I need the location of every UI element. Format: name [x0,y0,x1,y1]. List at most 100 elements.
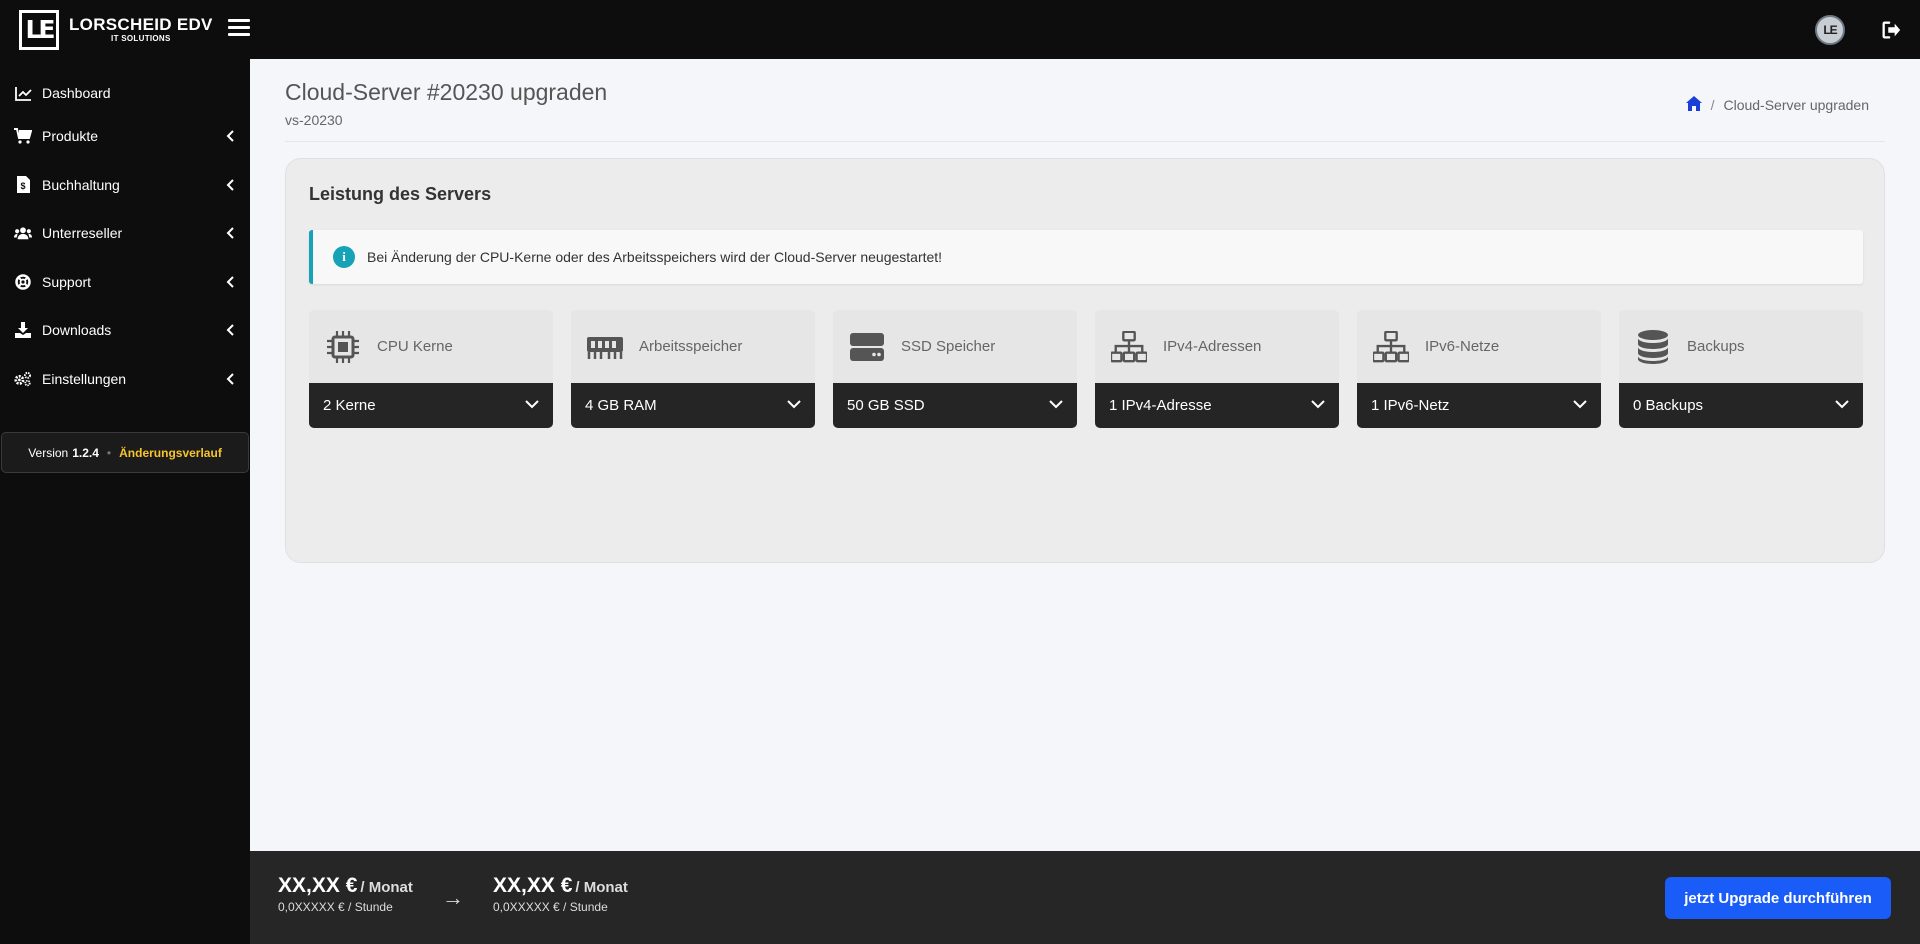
page-title: Cloud-Server #20230 upgraden [285,79,608,105]
chevron-left-icon [226,179,234,191]
brand-logo[interactable]: LE LORSCHEID EDV IT SOLUTIONS [19,9,213,50]
chevron-left-icon [226,227,234,239]
invoice-icon: $ [14,176,32,194]
option-ipv6: IPv6-Netze 1 IPv6-Netz [1357,310,1601,428]
price-footer: XX,XX € / Monat 0,0XXXXX € / Stunde → XX,… [250,851,1920,944]
chevron-down-icon [787,400,801,409]
chevron-down-icon [1573,400,1587,409]
chevron-down-icon [1049,400,1063,409]
page-subtitle: vs-20230 [285,112,343,128]
hdd-icon [849,329,885,365]
chevron-left-icon [226,276,234,288]
option-label: Backups [1687,338,1745,355]
breadcrumb: / Cloud-Server upgraden [1685,96,1869,114]
version-number: 1.2.4 [72,445,99,460]
changelog-link[interactable]: Änderungsverlauf [119,446,222,460]
option-label: IPv6-Netze [1425,338,1500,355]
database-icon [1635,329,1671,365]
sidebar-item-label: Produkte [42,128,99,145]
ram-select[interactable]: 4 GB RAM [571,383,815,428]
new-price-hourly: 0,0XXXXX € / Stunde [493,900,608,914]
cogs-icon [14,370,32,388]
avatar[interactable]: LE [1815,15,1845,45]
chevron-down-icon [1835,400,1849,409]
brand-title: LORSCHEID EDV [69,15,213,34]
option-label: Arbeitsspeicher [639,338,743,355]
sidebar-item-label: Einstellungen [42,370,127,387]
microchip-icon [325,329,361,365]
home-icon[interactable] [1685,96,1702,114]
life-ring-icon [14,273,32,291]
server-performance-card: Leistung des Servers i Bei Änderung der … [285,158,1885,563]
ipv4-select[interactable]: 1 IPv4-Adresse [1095,383,1339,428]
arrow-right-icon: → [442,885,464,910]
option-ram: Arbeitsspeicher 4 GB RAM [571,310,815,428]
current-price-period: / Monat [360,879,413,896]
new-price: XX,XX € / Monat 0,0XXXXX € / Stunde [493,874,628,914]
sidebar-item-produkte[interactable]: Produkte [0,112,250,161]
current-price-value: XX,XX € [278,874,358,897]
menu-toggle-icon[interactable] [228,19,250,37]
sidebar-item-buchhaltung[interactable]: $ Buchhaltung [0,161,250,210]
brand-subtitle: IT SOLUTIONS [111,34,171,43]
select-value: 2 Kerne [323,397,376,414]
sidebar-item-label: Support [42,273,92,290]
network-icon [1373,329,1409,365]
download-icon [14,321,32,339]
info-icon: i [333,246,355,268]
backups-select[interactable]: 0 Backups [1619,383,1863,428]
main-content: Cloud-Server #20230 upgraden vs-20230 / … [250,59,1920,850]
sidebar-item-support[interactable]: Support [0,258,250,307]
ipv6-select[interactable]: 1 IPv6-Netz [1357,383,1601,428]
select-value: 1 IPv4-Adresse [1109,397,1212,414]
option-backups: Backups 0 Backups [1619,310,1863,428]
current-price-hourly: 0,0XXXXX € / Stunde [278,900,393,914]
sidebar-item-label: Downloads [42,322,112,339]
network-icon [1111,329,1147,365]
select-value: 0 Backups [1633,397,1704,414]
options-row: CPU Kerne 2 Kerne Arbeitsspeicher 4 GB R… [309,310,1863,428]
sidebar-item-downloads[interactable]: Downloads [0,306,250,355]
option-cpu: CPU Kerne 2 Kerne [309,310,553,428]
chevron-left-icon [226,130,234,142]
option-label: SSD Speicher [901,338,996,355]
option-ssd: SSD Speicher 50 GB SSD [833,310,1077,428]
option-label: IPv4-Adressen [1163,338,1262,355]
shopping-cart-icon [14,127,32,145]
ssd-select[interactable]: 50 GB SSD [833,383,1077,428]
breadcrumb-current: Cloud-Server upgraden [1723,97,1869,113]
divider [285,141,1885,142]
logo-mark: LE [19,9,59,50]
users-icon [14,224,32,242]
chevron-down-icon [525,400,539,409]
sidebar: Dashboard Produkte $ Buchhaltung Unterre… [0,59,250,944]
breadcrumb-separator: / [1710,97,1715,113]
version-separator: • [106,445,112,460]
sidebar-item-label: Buchhaltung [42,176,120,193]
version-info: Version 1.2.4 • Änderungsverlauf [1,432,249,473]
chevron-left-icon [226,373,234,385]
info-alert: i Bei Änderung der CPU-Kerne oder des Ar… [309,230,1863,284]
alert-text: Bei Änderung der CPU-Kerne oder des Arbe… [367,249,943,265]
select-value: 1 IPv6-Netz [1371,397,1450,414]
brand-text: LORSCHEID EDV IT SOLUTIONS [69,16,213,43]
sidebar-item-unterreseller[interactable]: Unterreseller [0,209,250,258]
memory-icon [587,329,623,365]
sidebar-item-label: Unterreseller [42,225,123,242]
top-navbar: LE LORSCHEID EDV IT SOLUTIONS LE [0,0,1920,59]
select-value: 50 GB SSD [847,397,925,414]
select-value: 4 GB RAM [585,397,657,414]
sidebar-item-einstellungen[interactable]: Einstellungen [0,355,250,404]
logout-icon[interactable] [1880,19,1902,41]
option-ipv4: IPv4-Adressen 1 IPv4-Adresse [1095,310,1339,428]
current-price: XX,XX € / Monat 0,0XXXXX € / Stunde [278,874,413,914]
chevron-left-icon [226,324,234,336]
new-price-value: XX,XX € [493,874,573,897]
cpu-select[interactable]: 2 Kerne [309,383,553,428]
new-price-period: / Monat [575,879,628,896]
card-title: Leistung des Servers [309,184,492,204]
upgrade-button[interactable]: jetzt Upgrade durchführen [1665,877,1891,919]
option-label: CPU Kerne [377,338,453,355]
chevron-down-icon [1311,400,1325,409]
sidebar-item-dashboard[interactable]: Dashboard [0,74,250,112]
